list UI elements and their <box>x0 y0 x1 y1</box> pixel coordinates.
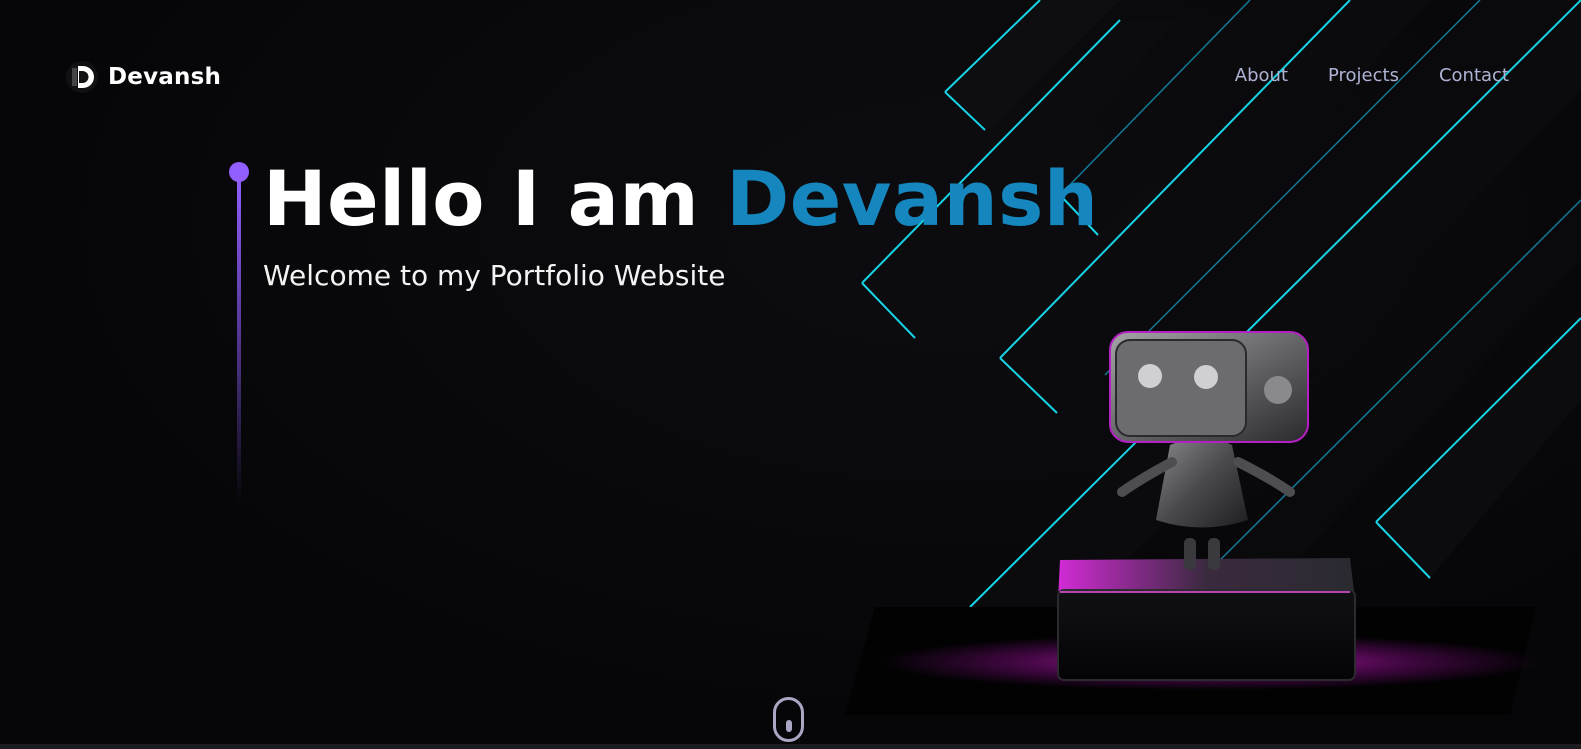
mouse-scroll-icon[interactable] <box>773 697 804 742</box>
nav-link-contact[interactable]: Contact <box>1439 65 1509 86</box>
nav-link-about[interactable]: About <box>1235 65 1288 86</box>
hero-greeting: Hello I am <box>263 154 727 243</box>
brand-home-link[interactable]: Devansh <box>66 61 221 93</box>
hero-accent-bar <box>237 176 241 502</box>
hero-title: Hello I am Devansh <box>263 150 1099 248</box>
brand-name: Devansh <box>108 64 222 90</box>
hero-text: Hello I am Devansh Welcome to my Portfol… <box>263 150 1099 296</box>
hero-subtitle: Welcome to my Portfolio Website <box>263 259 726 292</box>
logo-icon <box>66 61 98 93</box>
scroll-dot <box>785 720 792 732</box>
hero-name: Devansh <box>726 154 1099 243</box>
nav-links: About Projects Contact <box>1235 65 1509 86</box>
podium <box>1057 558 1356 681</box>
hero-accent-line <box>229 162 251 502</box>
nav-link-projects[interactable]: Projects <box>1328 65 1399 86</box>
top-navbar: Devansh About Projects Contact <box>0 0 1581 150</box>
page: Devansh About Projects Contact Hello I a… <box>0 0 1581 749</box>
